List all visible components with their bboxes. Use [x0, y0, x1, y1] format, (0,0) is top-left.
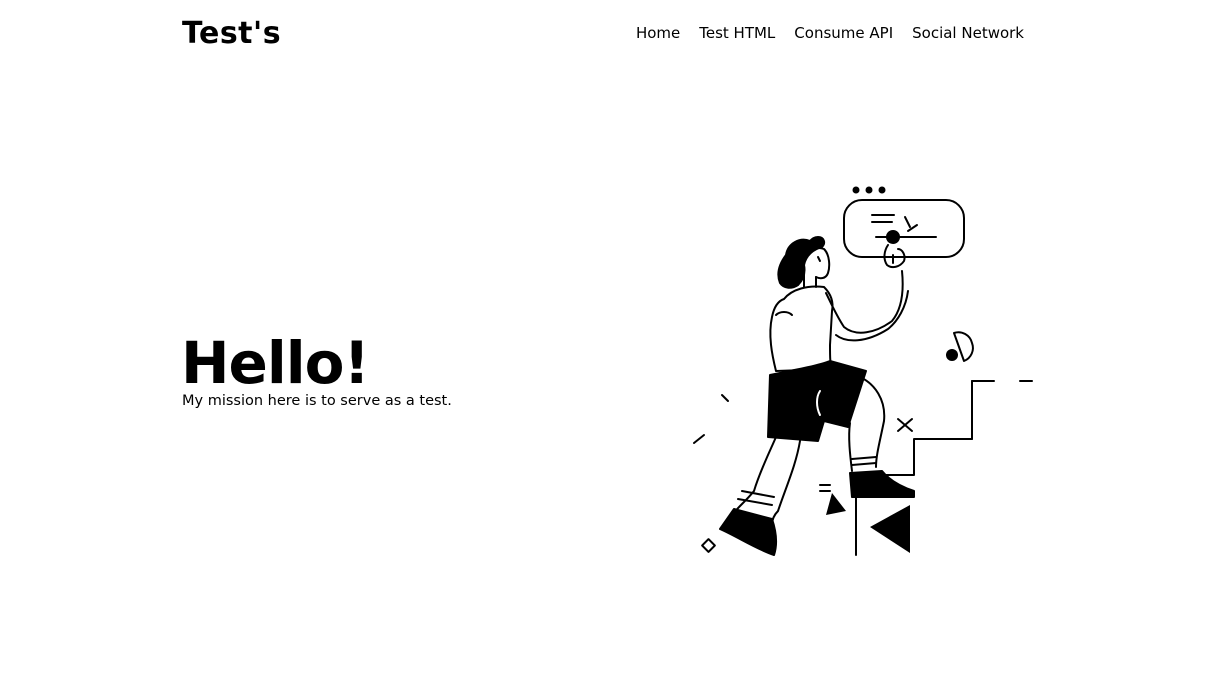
- hero-title: Hello!: [181, 329, 370, 397]
- brand-logo[interactable]: Test's: [182, 14, 281, 54]
- nav-link-home[interactable]: Home: [636, 22, 680, 44]
- person-climbing-stairs-illustration: [680, 175, 1050, 575]
- page: Test's Home Test HTML Consume API Social…: [0, 0, 1214, 681]
- nav-links: Home Test HTML Consume API Social Networ…: [636, 22, 1024, 44]
- hero-section: Hello! My mission here is to serve as a …: [181, 330, 601, 410]
- nav-link-test-html[interactable]: Test HTML: [699, 22, 775, 44]
- hero-subtitle: My mission here is to serve as a test.: [182, 393, 452, 409]
- nav-link-consume-api[interactable]: Consume API: [794, 22, 893, 44]
- nav-link-social-network[interactable]: Social Network: [912, 22, 1024, 44]
- navbar: Test's Home Test HTML Consume API Social…: [182, 12, 1024, 56]
